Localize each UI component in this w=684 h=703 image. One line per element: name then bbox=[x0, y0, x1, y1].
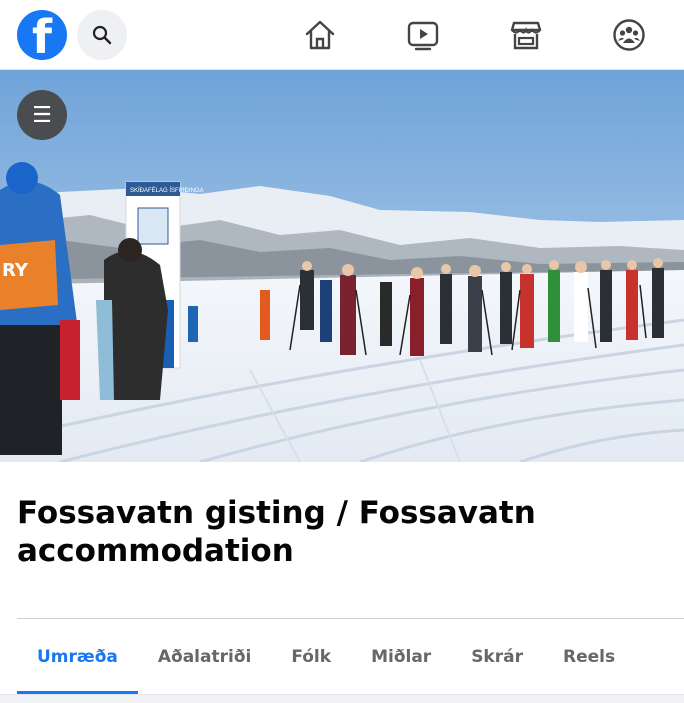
marketplace-icon bbox=[510, 21, 542, 50]
facebook-logo[interactable]: f bbox=[17, 10, 67, 60]
search-button[interactable] bbox=[77, 10, 127, 60]
group-tabs: Umræða Aðalatriði Fólk Miðlar Skrár Reel… bbox=[17, 620, 635, 694]
top-navigation-bar: f bbox=[0, 0, 684, 70]
watch-icon bbox=[407, 21, 439, 51]
nav-marketplace[interactable] bbox=[503, 12, 549, 58]
tab-people[interactable]: Fólk bbox=[271, 620, 351, 694]
hamburger-icon: ☰ bbox=[32, 102, 52, 127]
group-cover-photo[interactable]: SKÍÐAFÉLAG ÍSFIRÐINGA RY bbox=[0, 70, 684, 462]
tab-files[interactable]: Skrár bbox=[451, 620, 543, 694]
search-icon bbox=[92, 25, 112, 45]
nav-watch[interactable] bbox=[400, 12, 446, 58]
bib-text: RY bbox=[2, 260, 29, 281]
ski-race-photo: SKÍÐAFÉLAG ÍSFIRÐINGA RY bbox=[0, 70, 684, 462]
nav-home[interactable] bbox=[297, 12, 343, 58]
group-title[interactable]: Fossavatn gisting / Fossavatn accommodat… bbox=[17, 494, 657, 570]
nav-groups[interactable] bbox=[606, 12, 652, 58]
groups-icon bbox=[613, 19, 645, 51]
tab-featured[interactable]: Aðalatriði bbox=[138, 620, 271, 694]
cover-menu-button[interactable]: ☰ bbox=[17, 90, 67, 140]
sign-text: SKÍÐAFÉLAG ÍSFIRÐINGA bbox=[130, 187, 204, 194]
tab-media[interactable]: Miðlar bbox=[351, 620, 451, 694]
home-icon bbox=[305, 20, 335, 50]
content-separator bbox=[0, 694, 684, 703]
divider bbox=[17, 618, 684, 619]
tab-discussion[interactable]: Umræða bbox=[17, 620, 138, 694]
tab-reels[interactable]: Reels bbox=[543, 620, 635, 694]
facebook-logo-glyph: f bbox=[32, 10, 53, 60]
